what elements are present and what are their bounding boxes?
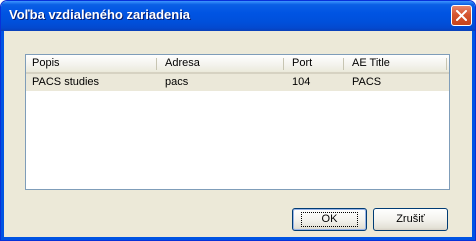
cell-popis: PACS studies: [32, 76, 100, 88]
ok-button[interactable]: OK: [292, 208, 367, 231]
close-x-icon: [456, 10, 467, 21]
device-list[interactable]: Popis Adresa Port AE Title PACS studies …: [25, 54, 450, 190]
cell-ae-title: PACS: [352, 76, 382, 88]
column-header-ae-title[interactable]: AE Title: [346, 55, 449, 72]
column-separator[interactable]: [283, 58, 284, 70]
cancel-button-label: Zrušiť: [396, 213, 425, 225]
window-frame-bottom: [1, 237, 475, 240]
column-separator[interactable]: [343, 58, 344, 70]
column-header-popis[interactable]: Popis: [26, 55, 159, 72]
cancel-button[interactable]: Zrušiť: [373, 208, 448, 231]
dialog-window: Voľba vzdialeného zariadenia Popis Adres…: [0, 0, 476, 241]
column-header-label: Adresa: [165, 57, 200, 69]
column-header-label: AE Title: [352, 57, 390, 69]
cell-port: 104: [292, 76, 311, 88]
dialog-title: Voľba vzdialeného zariadenia: [9, 7, 191, 22]
column-separator[interactable]: [156, 58, 157, 70]
column-header-adresa[interactable]: Adresa: [159, 55, 286, 72]
window-frame-right: [472, 31, 475, 240]
window-frame-left: [1, 31, 4, 240]
list-header: Popis Adresa Port AE Title: [26, 55, 449, 74]
title-bar[interactable]: Voľba vzdialeného zariadenia: [1, 1, 475, 31]
column-header-port[interactable]: Port: [286, 55, 346, 72]
column-header-label: Popis: [32, 57, 60, 69]
cell-adresa: pacs: [165, 76, 189, 88]
ok-button-label: OK: [300, 212, 359, 227]
column-separator[interactable]: [446, 58, 447, 70]
close-button[interactable]: [451, 5, 472, 26]
table-row[interactable]: PACS studies pacs 104 PACS: [26, 74, 449, 91]
column-header-label: Port: [292, 57, 313, 69]
